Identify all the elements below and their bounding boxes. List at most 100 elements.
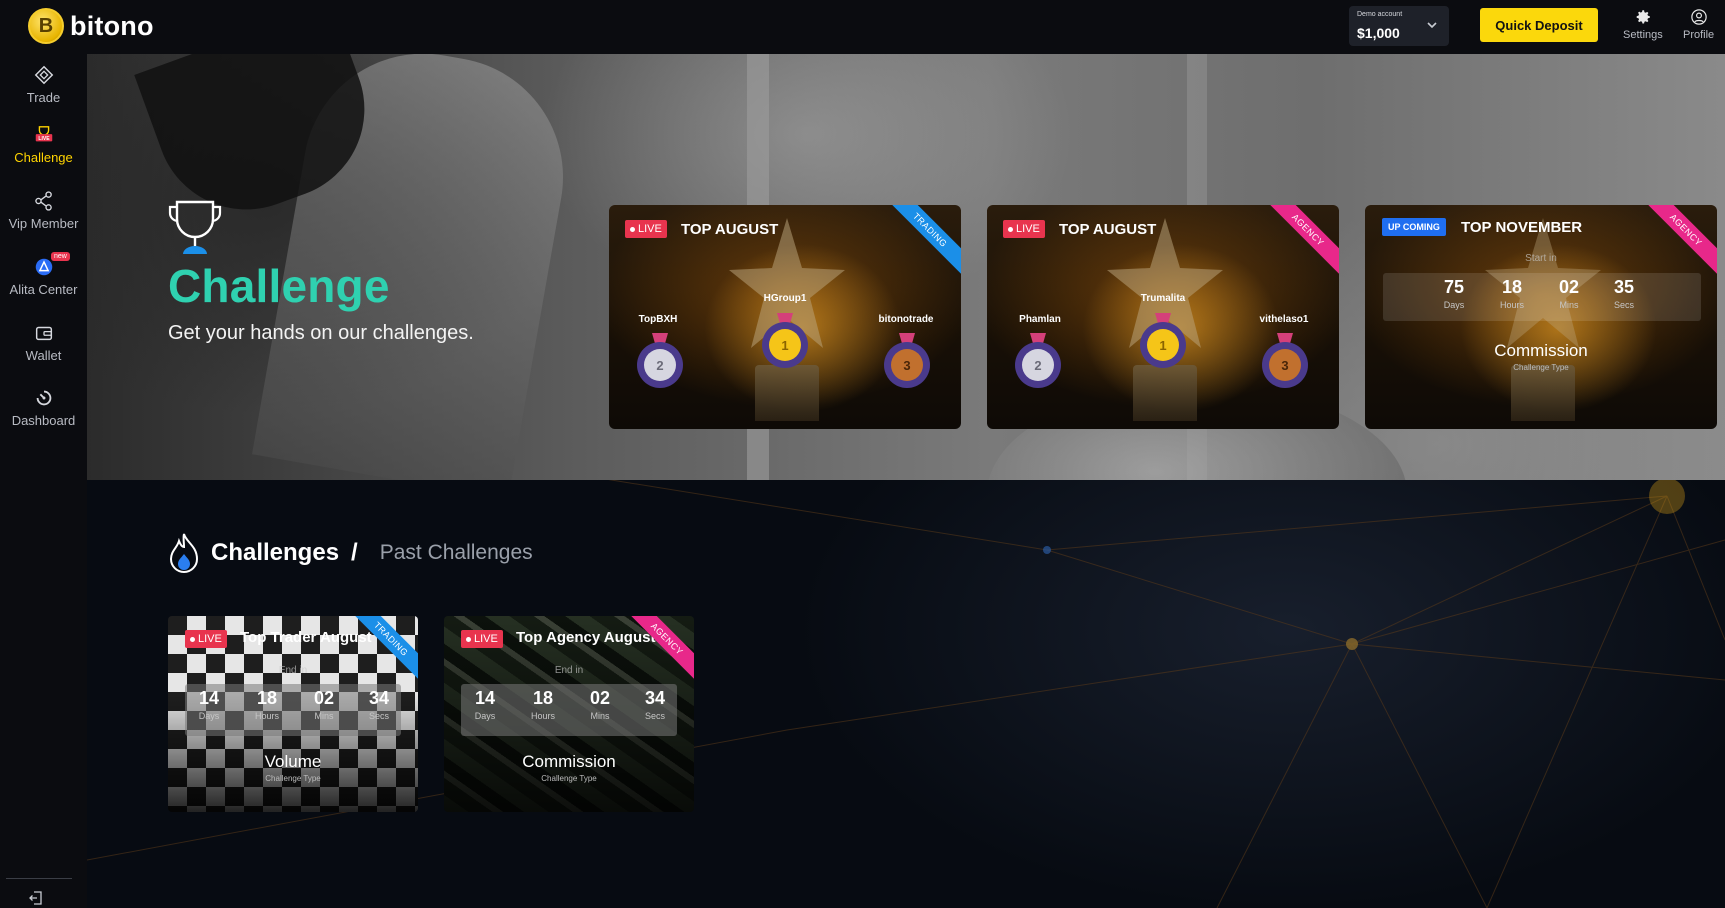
sidebar-item-label: Dashboard [11, 413, 76, 428]
winner-second-name: Phamlan [1019, 314, 1061, 325]
page-title: Challenge [168, 260, 390, 312]
trophy-base-image [1133, 365, 1197, 421]
section-header: Challenges / Past Challenges [167, 532, 533, 574]
countdown-timer: 14 Days 18 Hours 02 Mins 34 Secs [461, 684, 677, 736]
featured-challenge-card[interactable]: LIVE TOP AUGUST TRADING HGroup1 TopBXH b… [609, 205, 961, 429]
sidebar-item-wallet[interactable]: Wallet [0, 322, 87, 363]
svg-text:3: 3 [1281, 358, 1288, 373]
silver-medal-icon: 2 [1015, 333, 1061, 388]
countdown-mins: 02 Mins [1558, 277, 1580, 310]
challenge-title: TOP AUGUST [681, 221, 779, 238]
flame-icon [169, 533, 199, 573]
countdown-secs: 34 Secs [644, 688, 666, 721]
logout-icon[interactable] [28, 890, 44, 906]
challenge-type-label: Challenge Type [541, 774, 597, 783]
countdown-days: 14 Days [198, 688, 220, 721]
svg-text:2: 2 [656, 358, 663, 373]
challenge-title: TOP NOVEMBER [1461, 219, 1583, 236]
share-icon [34, 191, 52, 211]
gold-medal-icon: 1 [1140, 313, 1186, 368]
profile-button[interactable]: Profile [1683, 8, 1714, 41]
sidebar-item-label: Alita Center [9, 282, 78, 297]
account-type-label: Demo account [1357, 11, 1403, 18]
featured-challenge-card[interactable]: UP COMING TOP NOVEMBER AGENCY Start in 7… [1365, 205, 1717, 429]
chevron-down-icon [1427, 22, 1437, 29]
trade-icon [34, 65, 53, 85]
challenge-type: Commission [522, 752, 616, 771]
sidebar-item-label: Wallet [25, 348, 62, 363]
challenge-card[interactable]: LIVE Top Agency August AGENCY End in 14 D… [444, 616, 694, 812]
countdown-caption: End in [278, 665, 308, 676]
featured-challenge-card[interactable]: LIVE TOP AUGUST AGENCY Trumalita Phamlan… [987, 205, 1339, 429]
challenges-section: Challenges / Past Challenges LIVE Top Tr… [87, 480, 1725, 908]
trophy-base-image [1511, 365, 1575, 421]
sidebar-item-dashboard[interactable]: Dashboard [0, 387, 87, 428]
challenge-type: Commission [1494, 341, 1588, 360]
challenge-type: Volume [264, 752, 322, 771]
category-ribbon: AGENCY [1262, 205, 1339, 276]
live-badge: LIVE [1003, 220, 1045, 238]
challenge-type-label: Challenge Type [265, 774, 321, 783]
quick-deposit-button[interactable]: Quick Deposit [1480, 8, 1598, 42]
countdown-timer: 75 Days 18 Hours 02 Mins 35 Secs [1383, 273, 1701, 321]
sidebar-item-vip-member[interactable]: Vip Member [0, 190, 87, 231]
gold-medal-icon: 1 [762, 313, 808, 368]
countdown-mins: 02 Mins [589, 688, 611, 721]
gear-icon [1636, 10, 1650, 24]
sidebar-item-label: Challenge [14, 150, 73, 165]
settings-button[interactable]: Settings [1623, 8, 1663, 41]
category-ribbon: TRADING [884, 205, 961, 276]
trophy-base-image [755, 365, 819, 421]
sidebar-item-alita-center[interactable]: Alita Center [0, 256, 87, 297]
sidebar-divider [6, 878, 72, 879]
page-subtitle: Get your hands on our challenges. [168, 322, 474, 344]
sidebar-item-label: Trade [26, 90, 61, 105]
countdown-secs: 35 Secs [1613, 277, 1635, 310]
sidebar-item-label: Vip Member [8, 216, 79, 231]
hero-banner: Challenge Get your hands on our challeng… [87, 54, 1725, 480]
sidebar: Trade LIVE Challenge Vip Member Alita Ce… [0, 54, 87, 908]
challenge-title: Top Agency August [516, 629, 656, 646]
challenge-title: TOP AUGUST [1059, 221, 1157, 238]
past-challenges-link[interactable]: Past Challenges [380, 541, 533, 565]
winner-first-name: Trumalita [1140, 293, 1186, 304]
upcoming-badge: UP COMING [1382, 218, 1446, 236]
countdown-hours: 18 Hours [530, 688, 555, 721]
svg-text:1: 1 [781, 338, 788, 353]
live-badge: LIVE [461, 630, 503, 648]
bronze-medal-icon: 3 [884, 333, 930, 388]
countdown-timer: 14 Days 18 Hours 02 Mins 34 Secs [185, 684, 401, 736]
winner-third-name: bitonotrade [878, 314, 934, 325]
trophy-icon [168, 200, 222, 254]
sidebar-item-trade[interactable]: Trade [0, 64, 87, 105]
countdown-mins: 02 Mins [313, 688, 335, 721]
top-bar: B bitono Demo account $1,000 Quick Depos… [0, 0, 1725, 54]
challenge-card[interactable]: LIVE Top Trader August TRADING End in 14… [168, 616, 418, 812]
new-badge: new [51, 252, 70, 261]
winner-third-name: vithelaso1 [1259, 314, 1309, 325]
bronze-medal-icon: 3 [1262, 333, 1308, 388]
countdown-days: 75 Days [1443, 277, 1465, 310]
breadcrumb-separator: / [351, 539, 358, 566]
account-selector[interactable]: Demo account $1,000 [1349, 6, 1449, 46]
wallet-icon [35, 326, 52, 341]
countdown-secs: 34 Secs [368, 688, 390, 721]
winner-first-name: HGroup1 [763, 293, 807, 304]
brand-logo[interactable]: B bitono [28, 8, 154, 44]
user-icon [1690, 9, 1707, 25]
winner-second-name: TopBXH [638, 314, 678, 325]
profile-label: Profile [1683, 29, 1715, 41]
settings-label: Settings [1623, 29, 1663, 41]
challenge-type-label: Challenge Type [1513, 363, 1569, 372]
svg-text:2: 2 [1034, 358, 1041, 373]
category-ribbon: AGENCY [1640, 205, 1717, 276]
countdown-caption: End in [554, 665, 584, 676]
svg-text:1: 1 [1159, 338, 1166, 353]
sidebar-item-challenge[interactable]: LIVE Challenge [0, 124, 87, 165]
countdown-hours: 18 Hours [1499, 277, 1524, 310]
countdown-caption: Start in [1525, 253, 1557, 264]
section-title: Challenges [211, 539, 340, 566]
account-balance: $1,000 [1357, 25, 1400, 41]
brand-name: bitono [70, 10, 154, 41]
silver-medal-icon: 2 [637, 333, 683, 388]
